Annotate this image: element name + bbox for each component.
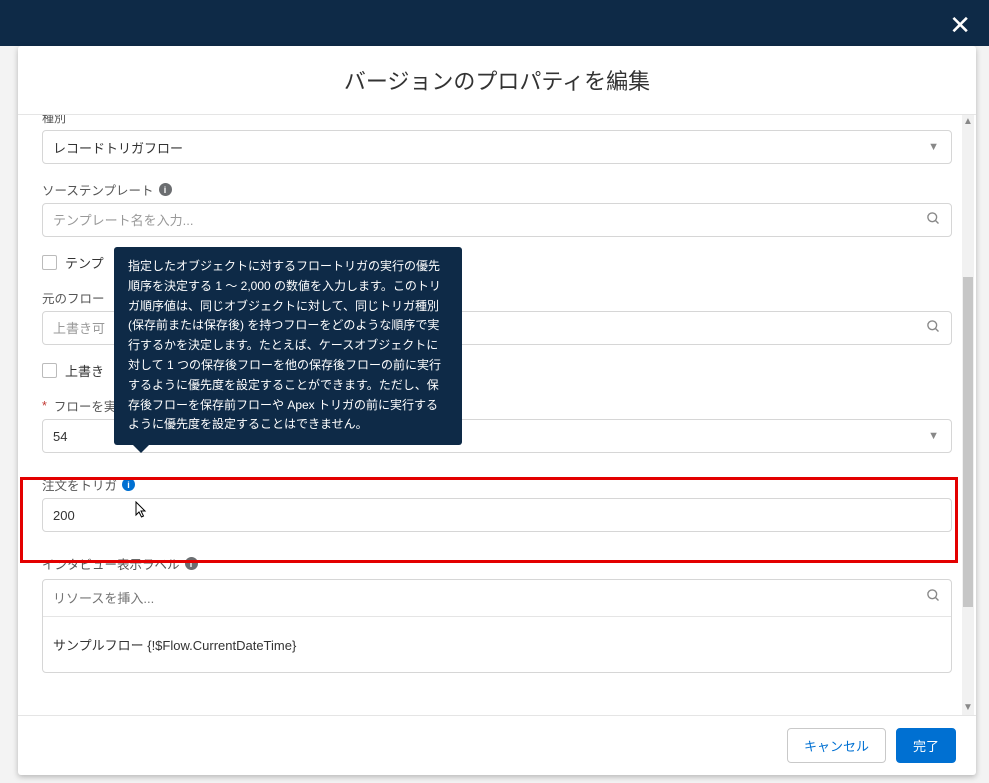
overwrite-checkbox[interactable] [42,363,57,378]
modal-header-bar: ✕ [0,0,989,46]
info-icon[interactable]: i [122,478,135,491]
interview-label-label: インタビュー表示ラベル i [42,554,952,573]
edit-version-properties-modal: バージョンのプロパティを編集 種別 レコードトリガフロー ▼ ソーステンプレート… [18,46,976,775]
trigger-order-value: 200 [53,508,75,523]
resource-insert-row[interactable] [43,580,951,617]
resource-insert-input[interactable] [53,591,926,606]
info-icon[interactable]: i [185,557,198,570]
scrollbar-track[interactable]: ▲ ▼ [962,115,974,715]
close-icon[interactable]: ✕ [949,10,971,41]
source-template-search[interactable] [42,203,952,237]
type-label: 種別 [42,114,952,126]
done-button[interactable]: 完了 [896,728,956,763]
chevron-down-icon: ▼ [928,141,939,153]
modal-footer: キャンセル 完了 [18,715,976,775]
scroll-down-icon[interactable]: ▼ [962,701,974,715]
search-icon [926,588,941,608]
template-checkbox-label: テンプ [65,253,104,272]
source-template-label: ソーステンプレート i [42,180,952,199]
api-version-value: 54 [53,429,67,444]
interview-label-content[interactable]: サンプルフロー {!$Flow.CurrentDateTime} [43,617,951,672]
interview-label-editor: サンプルフロー {!$Flow.CurrentDateTime} [42,579,952,673]
chevron-down-icon: ▼ [928,430,939,442]
scrollbar-thumb[interactable] [963,277,973,607]
type-value: レコードトリガフロー [53,138,183,157]
modal-title: バージョンのプロパティを編集 [18,46,976,114]
trigger-order-input[interactable]: 200 [42,498,952,532]
template-checkbox[interactable] [42,255,57,270]
overwrite-checkbox-label: 上書き [65,361,104,380]
search-icon [926,319,941,338]
modal-body: 種別 レコードトリガフロー ▼ ソーステンプレート i テンプ 元のフロー [18,114,976,715]
scroll-up-icon[interactable]: ▲ [962,115,974,129]
cancel-button[interactable]: キャンセル [787,728,886,763]
required-star: * [42,399,47,413]
source-template-input[interactable] [53,213,926,228]
trigger-order-tooltip: 指定したオブジェクトに対するフロートリガの実行の優先順序を決定する 1 ～ 2,… [114,247,462,445]
trigger-order-label: 注文をトリガ i [42,475,952,494]
tooltip-pointer [132,444,150,453]
info-icon[interactable]: i [159,183,172,196]
type-dropdown[interactable]: レコードトリガフロー ▼ [42,130,952,164]
search-icon [926,211,941,230]
